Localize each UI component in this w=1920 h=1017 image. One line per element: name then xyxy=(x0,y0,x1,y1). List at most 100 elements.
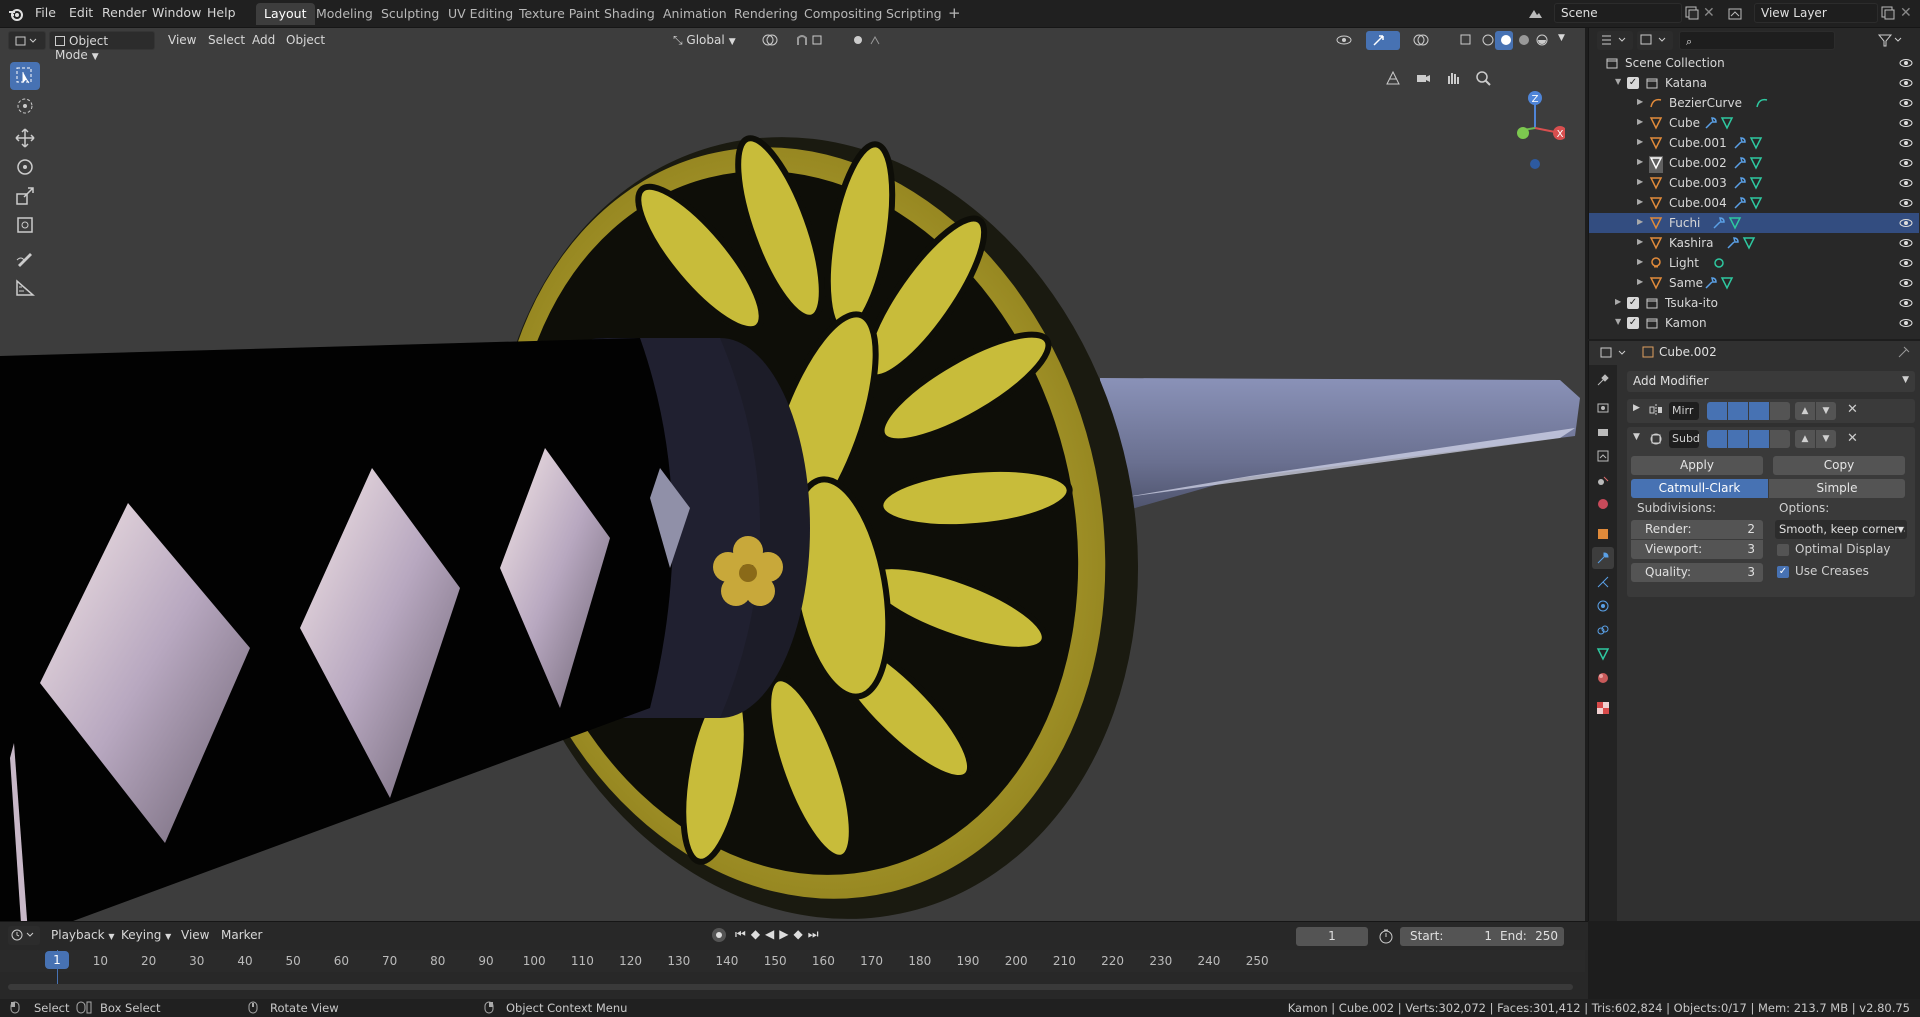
eye-icon[interactable] xyxy=(1899,137,1913,152)
object-tab-icon[interactable] xyxy=(1592,523,1614,545)
modifier-wrench-icon[interactable] xyxy=(1733,196,1765,213)
current-frame-field[interactable]: 1 xyxy=(1296,927,1368,946)
display-mode-selector[interactable] xyxy=(1637,31,1673,50)
prev-keyframe-icon[interactable]: ◆ xyxy=(751,927,765,941)
pivot-point-icon[interactable] xyxy=(756,31,790,50)
eye-icon[interactable] xyxy=(1899,317,1913,332)
render-display-icon[interactable] xyxy=(1749,402,1769,420)
menu-help[interactable]: Help xyxy=(207,5,236,20)
on-cage-icon[interactable] xyxy=(1770,430,1790,448)
menu-file[interactable]: File xyxy=(35,5,56,20)
menu-marker[interactable]: Marker xyxy=(216,926,267,945)
exclude-checkbox[interactable]: ✓ xyxy=(1627,77,1639,89)
blender-logo-icon[interactable] xyxy=(8,6,24,25)
view-layer-icon[interactable] xyxy=(1727,6,1743,25)
render-display-icon[interactable] xyxy=(1749,430,1769,448)
outliner-search-input[interactable]: ⌕ xyxy=(1679,31,1835,50)
measure-tool[interactable] xyxy=(10,273,40,301)
light-data-icon[interactable] xyxy=(1712,256,1726,273)
play-reverse-icon[interactable]: ◀ xyxy=(765,927,779,941)
outliner-row[interactable]: ▶ ✓ Tsuka-ito xyxy=(1589,293,1919,313)
move-down-icon[interactable]: ▼ xyxy=(1816,402,1836,420)
menu-select[interactable]: Select xyxy=(203,31,250,50)
tab-shading[interactable]: Shading xyxy=(596,3,663,25)
rendered-shading-icon[interactable] xyxy=(1531,31,1549,50)
move-tool[interactable] xyxy=(10,124,40,152)
eye-icon[interactable] xyxy=(1899,197,1913,212)
tab-uv-editing[interactable]: UV Editing xyxy=(440,3,521,25)
subdivision-name-field[interactable]: Subd xyxy=(1669,430,1699,448)
render-tab-icon[interactable] xyxy=(1592,397,1614,419)
outliner-row[interactable]: ▼ ✓ Kamon xyxy=(1589,313,1919,333)
expand-icon[interactable]: ▶ xyxy=(1637,197,1643,206)
realtime-display-icon[interactable] xyxy=(1728,430,1748,448)
outliner-row[interactable]: ▶ Cube.003 xyxy=(1589,173,1919,193)
outliner-row[interactable]: ▶ Light xyxy=(1589,253,1919,273)
modifier-wrench-icon[interactable] xyxy=(1733,176,1765,193)
menu-render[interactable]: Render xyxy=(102,5,147,20)
tool-tab-icon[interactable] xyxy=(1592,369,1614,391)
tab-modeling[interactable]: Modeling xyxy=(308,3,381,25)
expand-icon[interactable]: ▶ xyxy=(1637,157,1643,166)
texture-tab-icon[interactable] xyxy=(1592,697,1614,719)
expand-icon[interactable]: ▶ xyxy=(1637,237,1643,246)
delete-view-layer-icon[interactable]: ✕ xyxy=(1900,5,1912,21)
menu-object[interactable]: Object xyxy=(281,31,330,50)
camera-view-icon[interactable] xyxy=(1410,65,1436,91)
new-view-layer-icon[interactable] xyxy=(1881,6,1895,23)
quality-field[interactable]: Quality: 3 xyxy=(1631,563,1763,582)
tab-sculpting[interactable]: Sculpting xyxy=(373,3,447,25)
stopwatch-icon[interactable] xyxy=(1378,928,1394,947)
annotate-tool[interactable] xyxy=(10,244,40,272)
expand-icon[interactable]: ▶ xyxy=(1637,117,1643,126)
eye-icon[interactable] xyxy=(1899,277,1913,292)
play-icon[interactable]: ▶ xyxy=(779,927,793,941)
move-up-icon[interactable]: ▲ xyxy=(1795,430,1815,448)
scene-name-field[interactable]: Scene xyxy=(1554,3,1682,23)
collapse-mirror-icon[interactable]: ▶ xyxy=(1633,403,1640,413)
jump-start-icon[interactable]: ⏮ xyxy=(735,927,751,941)
expand-icon[interactable]: ▶ xyxy=(1637,277,1643,286)
modifier-wrench-icon[interactable] xyxy=(1704,276,1736,293)
transform-orientation-selector[interactable]: ⤡ Global ▼ xyxy=(668,31,746,50)
copy-button[interactable]: Copy xyxy=(1773,456,1905,475)
modifier-wrench-icon[interactable] xyxy=(1726,236,1758,253)
catmull-clark-toggle[interactable]: Catmull-Clark xyxy=(1631,479,1768,498)
eye-icon[interactable] xyxy=(1899,237,1913,252)
timeline-scrollbar[interactable] xyxy=(8,984,1573,990)
edit-cage-icon[interactable] xyxy=(1707,430,1727,448)
eye-icon[interactable] xyxy=(1899,97,1913,112)
uv-smooth-dropdown[interactable]: Smooth, keep corners ▼ xyxy=(1775,520,1907,539)
modifier-wrench-icon[interactable] xyxy=(1712,216,1744,233)
simple-toggle[interactable]: Simple xyxy=(1769,479,1905,498)
move-down-icon[interactable]: ▼ xyxy=(1816,430,1836,448)
tab-layout[interactable]: Layout xyxy=(256,3,315,25)
playhead-frame-label[interactable]: 1 xyxy=(45,951,69,969)
expand-icon[interactable]: ▶ xyxy=(1637,97,1643,106)
eye-icon[interactable] xyxy=(1899,217,1913,232)
outliner-editor-type[interactable] xyxy=(1597,31,1633,50)
overlays-icon[interactable] xyxy=(1408,31,1442,50)
realtime-display-icon[interactable] xyxy=(1728,402,1748,420)
view-layer-tab-icon[interactable] xyxy=(1592,445,1614,467)
output-tab-icon[interactable] xyxy=(1592,421,1614,443)
outliner-row[interactable]: Scene Collection xyxy=(1589,53,1919,73)
exclude-checkbox[interactable]: ✓ xyxy=(1627,317,1639,329)
edit-cage-icon[interactable] xyxy=(1707,402,1727,420)
properties-editor-type[interactable] xyxy=(1597,344,1633,363)
toggle-perspective-icon[interactable] xyxy=(1380,65,1406,91)
expand-icon[interactable]: ▶ xyxy=(1637,217,1643,226)
render-levels-field[interactable]: Render: 2 xyxy=(1631,520,1763,539)
menu-view[interactable]: View xyxy=(163,31,201,50)
select-box-tool[interactable] xyxy=(10,62,40,90)
eye-icon[interactable] xyxy=(1899,77,1913,92)
optimal-display-checkbox[interactable] xyxy=(1777,544,1789,556)
menu-add[interactable]: Add xyxy=(247,31,280,50)
menu-keying[interactable]: Keying ▼ xyxy=(116,926,176,945)
data-tab-icon[interactable] xyxy=(1592,643,1614,665)
cursor-tool[interactable] xyxy=(10,92,40,120)
xray-icon[interactable] xyxy=(1455,31,1473,50)
eye-icon[interactable] xyxy=(1899,257,1913,272)
apply-button[interactable]: Apply xyxy=(1631,456,1763,475)
snap-icon[interactable] xyxy=(790,31,840,50)
